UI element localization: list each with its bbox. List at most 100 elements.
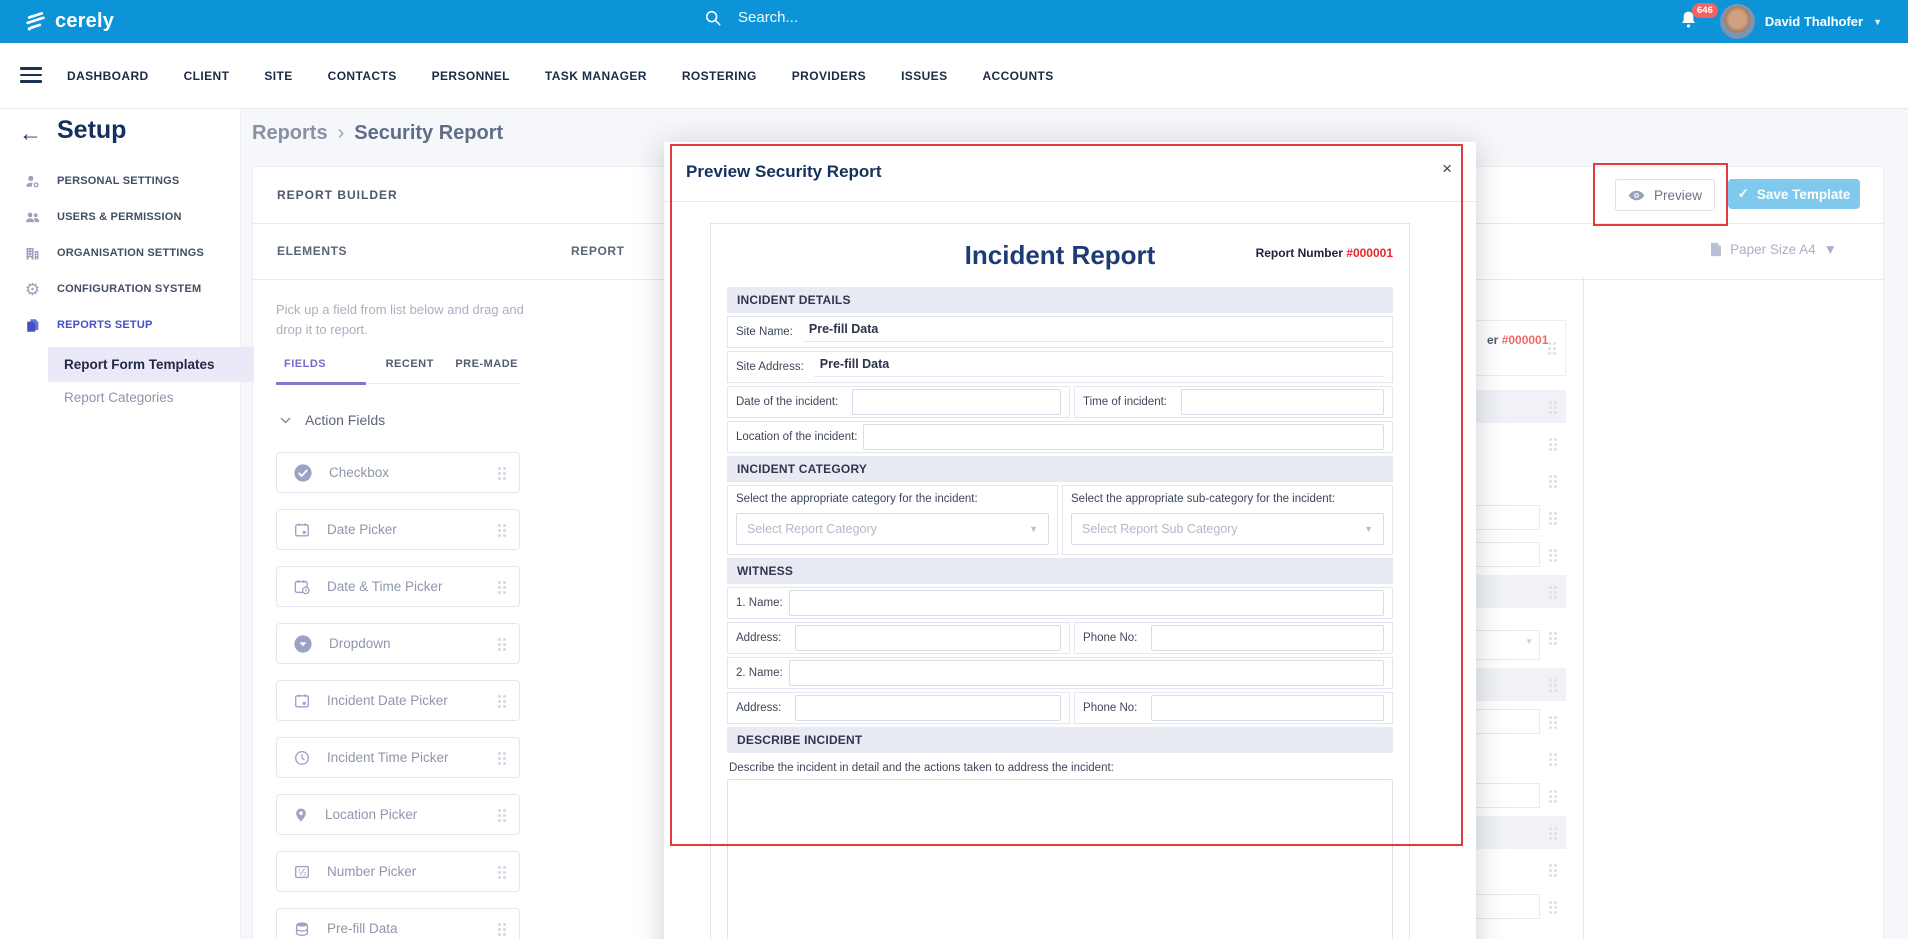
breadcrumb: Reports › Security Report [252, 122, 503, 145]
field-card-number-picker[interactable]: 12 Number Picker [276, 851, 520, 892]
drag-handle-icon[interactable] [1548, 678, 1558, 692]
describe-incident-textarea[interactable] [727, 779, 1393, 939]
report-category-select[interactable]: Select Report Category ▼ [736, 513, 1049, 545]
drag-handle-icon[interactable] [1548, 715, 1558, 729]
tab-fields[interactable]: FIELDS [276, 358, 366, 385]
sidebar-subitem-report-form-templates[interactable]: Report Form Templates [48, 347, 254, 382]
drag-handle-icon[interactable] [1548, 585, 1558, 599]
drag-handle-icon[interactable] [497, 466, 507, 480]
date-of-incident-input[interactable] [852, 389, 1061, 415]
drag-handle-icon[interactable] [1548, 826, 1558, 840]
tab-recent[interactable]: RECENT [384, 358, 436, 383]
nav-task-manager[interactable]: TASK MANAGER [545, 69, 647, 83]
field-label: Number Picker [327, 864, 497, 879]
section-header-incident-category: INCIDENT CATEGORY [727, 456, 1393, 482]
witness2-phone-input[interactable] [1151, 695, 1384, 721]
witness2-name-row: 2. Name: [727, 657, 1393, 689]
field-card-checkbox[interactable]: Checkbox [276, 452, 520, 493]
sidebar-subitem-report-categories[interactable]: Report Categories [64, 390, 240, 405]
close-icon[interactable]: × [1442, 159, 1452, 179]
nav-items: DASHBOARD CLIENT SITE CONTACTS PERSONNEL… [67, 43, 1054, 108]
back-arrow-icon[interactable]: ← [19, 120, 42, 147]
report-column-label: REPORT [571, 244, 625, 258]
subcategory-cell: Select the appropriate sub-category for … [1062, 485, 1393, 555]
nav-dashboard[interactable]: DASHBOARD [67, 69, 149, 83]
witness2-address-input[interactable] [795, 695, 1061, 721]
drag-handle-icon[interactable] [1548, 752, 1558, 766]
nav-personnel[interactable]: PERSONNEL [432, 69, 510, 83]
sidebar-item-personal-settings[interactable]: PERSONAL SETTINGS [0, 163, 240, 199]
field-card-date-time-picker[interactable]: Date & Time Picker [276, 566, 520, 607]
sidebar-item-configuration-system[interactable]: ⚙ CONFIGURATION SYSTEM [0, 271, 240, 307]
witness2-name-input[interactable] [789, 660, 1384, 686]
drag-handle-icon[interactable] [1548, 548, 1558, 562]
subcategory-placeholder: Select Report Sub Category [1082, 522, 1238, 536]
field-label: Incident Date Picker [327, 693, 497, 708]
clock-icon [293, 749, 311, 767]
sidebar-item-label: CONFIGURATION SYSTEM [57, 283, 201, 295]
field-card-incident-date-picker[interactable]: Incident Date Picker [276, 680, 520, 721]
action-fields-group-toggle[interactable]: Action Fields [280, 412, 385, 428]
nav-issues[interactable]: ISSUES [901, 69, 947, 83]
drag-handle-icon[interactable] [1548, 400, 1558, 414]
time-of-incident-input[interactable] [1181, 389, 1384, 415]
tab-pre-made[interactable]: PRE-MADE [453, 358, 520, 383]
field-card-dropdown[interactable]: Dropdown [276, 623, 520, 664]
witness1-phone-input[interactable] [1151, 625, 1384, 651]
field-label: Dropdown [329, 636, 497, 651]
nav-contacts[interactable]: CONTACTS [328, 69, 397, 83]
sidebar-item-reports-setup[interactable]: REPORTS SETUP [0, 307, 240, 343]
witness1-address-label: Address: [736, 632, 781, 644]
drag-handle-icon[interactable] [1548, 789, 1558, 803]
drag-handle-icon[interactable] [497, 637, 507, 651]
drag-handle-icon[interactable] [1548, 437, 1558, 451]
drag-handle-icon[interactable] [497, 865, 507, 879]
witness1-name-input[interactable] [789, 590, 1384, 616]
notifications-button[interactable]: 646 [1678, 9, 1718, 37]
category-cell: Select the appropriate category for the … [727, 485, 1058, 555]
save-template-button[interactable]: ✓ Save Template [1728, 179, 1860, 209]
breadcrumb-separator: › [338, 122, 345, 145]
user-menu[interactable]: David Thalhofer ▼ [1720, 0, 1882, 43]
brand-logo[interactable]: cerely [22, 8, 114, 35]
paper-size-dropdown[interactable]: Paper Size A4 ▼ [1710, 242, 1837, 257]
drag-handle-icon[interactable] [497, 751, 507, 765]
nav-providers[interactable]: PROVIDERS [792, 69, 866, 83]
date-time-row: Date of the incident: Time of incident: [727, 386, 1393, 418]
date-of-incident-label: Date of the incident: [736, 396, 838, 408]
nav-accounts[interactable]: ACCOUNTS [982, 69, 1053, 83]
users-icon [24, 209, 41, 226]
drag-handle-icon[interactable] [497, 922, 507, 936]
drag-handle-icon[interactable] [1548, 900, 1558, 914]
drag-handle-icon[interactable] [1547, 341, 1557, 355]
drag-handle-icon[interactable] [1548, 631, 1558, 645]
nav-client[interactable]: CLIENT [184, 69, 230, 83]
hamburger-menu-icon[interactable] [20, 67, 42, 87]
field-card-date-picker[interactable]: Date Picker [276, 509, 520, 550]
drag-handle-icon[interactable] [1548, 863, 1558, 877]
search-input[interactable] [736, 8, 1040, 27]
sidebar-item-users-permission[interactable]: USERS & PERMISSION [0, 199, 240, 235]
drag-handle-icon[interactable] [497, 580, 507, 594]
drag-hint-text: Pick up a field from list below and drag… [276, 300, 531, 340]
save-template-label: Save Template [1757, 187, 1851, 202]
drag-handle-icon[interactable] [1548, 474, 1558, 488]
breadcrumb-reports[interactable]: Reports [252, 122, 328, 145]
nav-rostering[interactable]: ROSTERING [682, 69, 757, 83]
field-card-location-picker[interactable]: Location Picker [276, 794, 520, 835]
checkbox-icon [293, 463, 313, 483]
preview-button[interactable]: Preview [1615, 179, 1715, 211]
elements-column-label: ELEMENTS [277, 244, 347, 258]
report-subcategory-select[interactable]: Select Report Sub Category ▼ [1071, 513, 1384, 545]
location-of-incident-input[interactable] [863, 424, 1384, 450]
witness1-address-input[interactable] [795, 625, 1061, 651]
nav-site[interactable]: SITE [264, 69, 292, 83]
field-card-incident-time-picker[interactable]: Incident Time Picker [276, 737, 520, 778]
sidebar-item-organisation-settings[interactable]: ORGANISATION SETTINGS [0, 235, 240, 271]
drag-handle-icon[interactable] [497, 694, 507, 708]
drag-handle-icon[interactable] [497, 523, 507, 537]
drag-handle-icon[interactable] [1548, 511, 1558, 525]
drag-handle-icon[interactable] [497, 808, 507, 822]
field-card-pre-fill-data[interactable]: Pre-fill Data [276, 908, 520, 939]
section-header-witness: WITNESS [727, 558, 1393, 584]
